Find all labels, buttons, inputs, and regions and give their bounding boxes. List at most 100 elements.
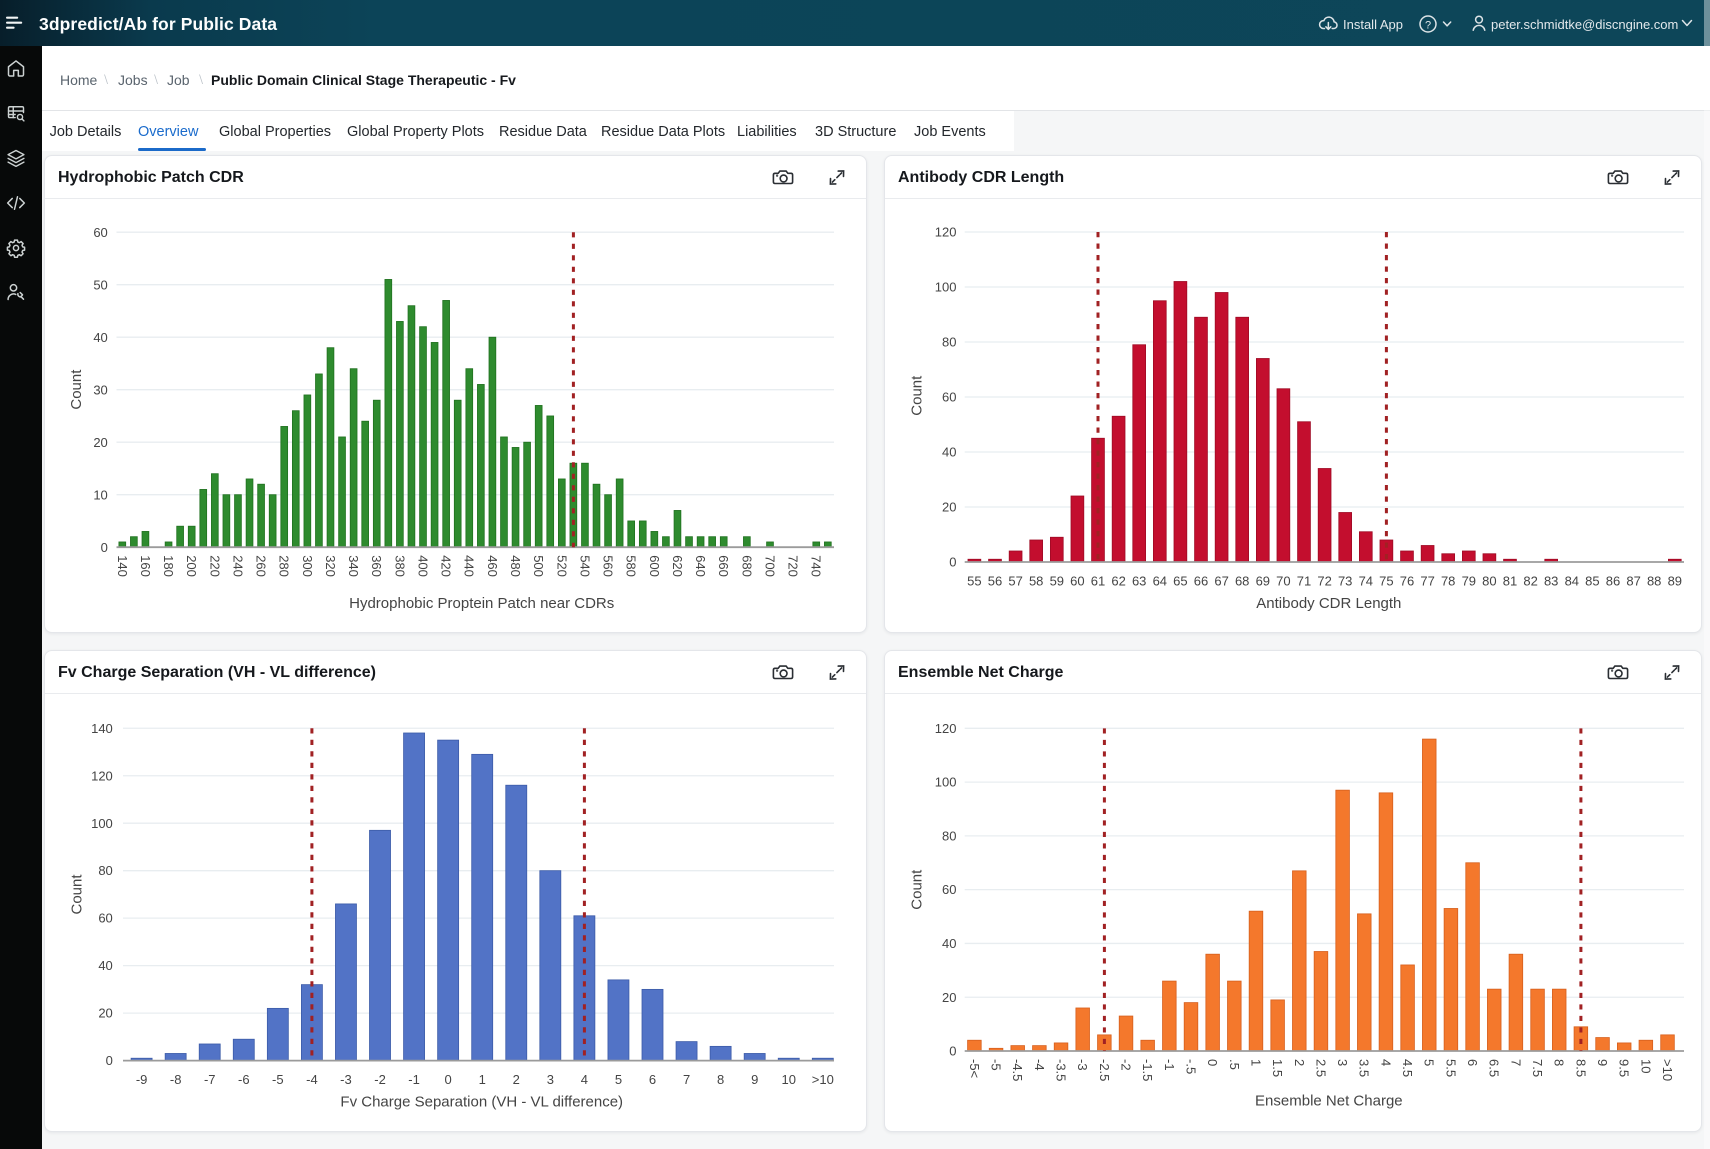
svg-text:440: 440 <box>462 555 477 577</box>
svg-text:7: 7 <box>683 1072 690 1087</box>
svg-text:0: 0 <box>106 1053 113 1068</box>
svg-text:74: 74 <box>1359 574 1373 589</box>
svg-text:0: 0 <box>949 555 956 570</box>
svg-text:420: 420 <box>439 555 454 577</box>
svg-text:700: 700 <box>762 555 777 577</box>
svg-text:8: 8 <box>717 1072 724 1087</box>
svg-text:60: 60 <box>942 882 956 897</box>
svg-text:680: 680 <box>739 555 754 577</box>
svg-text:86: 86 <box>1606 574 1620 589</box>
svg-text:-6: -6 <box>238 1072 250 1087</box>
svg-text:40: 40 <box>93 330 107 345</box>
svg-text:2: 2 <box>1292 1059 1307 1066</box>
svg-text:67: 67 <box>1214 574 1228 589</box>
svg-text:580: 580 <box>624 555 639 577</box>
svg-text:600: 600 <box>647 555 662 577</box>
svg-text:20: 20 <box>93 435 107 450</box>
svg-text:75: 75 <box>1379 574 1393 589</box>
svg-text:79: 79 <box>1462 574 1476 589</box>
svg-text:Count: Count <box>68 874 85 915</box>
svg-text:660: 660 <box>716 555 731 577</box>
svg-text:?: ? <box>1425 19 1431 31</box>
svg-text:140: 140 <box>115 555 130 577</box>
svg-text:80: 80 <box>98 863 112 878</box>
svg-text:63: 63 <box>1132 574 1146 589</box>
svg-text:540: 540 <box>577 555 592 577</box>
svg-text:20: 20 <box>942 500 956 515</box>
svg-text:5: 5 <box>615 1072 622 1087</box>
svg-text:-4.5: -4.5 <box>1010 1059 1025 1081</box>
svg-text:220: 220 <box>207 555 222 577</box>
svg-text:300: 300 <box>300 555 315 577</box>
svg-text:81: 81 <box>1503 574 1517 589</box>
svg-text:740: 740 <box>809 555 824 577</box>
svg-text:340: 340 <box>346 555 361 577</box>
svg-text:-2: -2 <box>1118 1059 1133 1071</box>
svg-text:71: 71 <box>1297 574 1311 589</box>
svg-text:380: 380 <box>392 555 407 577</box>
svg-text:8: 8 <box>1552 1059 1567 1066</box>
svg-text:40: 40 <box>98 958 112 973</box>
svg-text:4: 4 <box>581 1072 588 1087</box>
svg-text:84: 84 <box>1565 574 1579 589</box>
svg-text:60: 60 <box>93 225 107 240</box>
svg-text:68: 68 <box>1235 574 1249 589</box>
svg-text:59: 59 <box>1050 574 1064 589</box>
svg-text:61: 61 <box>1091 574 1105 589</box>
svg-text:58: 58 <box>1029 574 1043 589</box>
svg-text:160: 160 <box>138 555 153 577</box>
svg-text:55: 55 <box>967 574 981 589</box>
svg-text:76: 76 <box>1400 574 1414 589</box>
svg-text:66: 66 <box>1194 574 1208 589</box>
svg-text:-7: -7 <box>204 1072 216 1087</box>
svg-text:1: 1 <box>479 1072 486 1087</box>
svg-text:7.5: 7.5 <box>1530 1059 1545 1077</box>
svg-text:77: 77 <box>1420 574 1434 589</box>
svg-text:57: 57 <box>1008 574 1022 589</box>
svg-text:120: 120 <box>935 225 957 240</box>
svg-text:4: 4 <box>1378 1059 1393 1066</box>
svg-text:0: 0 <box>1205 1059 1220 1066</box>
svg-text:Count: Count <box>68 369 85 410</box>
svg-text:-9: -9 <box>136 1072 148 1087</box>
svg-text:73: 73 <box>1338 574 1352 589</box>
svg-text:.5: .5 <box>1227 1059 1242 1070</box>
svg-text:Count: Count <box>909 375 926 416</box>
svg-text:40: 40 <box>942 936 956 951</box>
svg-text:60: 60 <box>98 911 112 926</box>
svg-text:72: 72 <box>1317 574 1331 589</box>
svg-text:50: 50 <box>93 277 107 292</box>
svg-text:1: 1 <box>1248 1059 1263 1066</box>
svg-text:-1.5: -1.5 <box>1140 1059 1155 1081</box>
svg-text:520: 520 <box>554 555 569 577</box>
svg-text:6: 6 <box>1465 1059 1480 1066</box>
svg-text:Hydrophobic Proptein Patch nea: Hydrophobic Proptein Patch near CDRs <box>349 595 614 612</box>
svg-text:1.5: 1.5 <box>1270 1059 1285 1077</box>
svg-text:89: 89 <box>1668 574 1682 589</box>
svg-text:120: 120 <box>91 768 113 783</box>
svg-text:64: 64 <box>1153 574 1167 589</box>
svg-text:0: 0 <box>949 1044 956 1059</box>
svg-text:Antibody CDR Length: Antibody CDR Length <box>1256 595 1401 612</box>
svg-text:9: 9 <box>1595 1059 1610 1066</box>
svg-text:240: 240 <box>230 555 245 577</box>
svg-text:-4: -4 <box>1032 1059 1047 1071</box>
svg-text:140: 140 <box>91 721 113 736</box>
svg-text:85: 85 <box>1585 574 1599 589</box>
svg-text:83: 83 <box>1544 574 1558 589</box>
svg-text:87: 87 <box>1626 574 1640 589</box>
svg-text:720: 720 <box>786 555 801 577</box>
svg-text:60: 60 <box>1070 574 1084 589</box>
svg-text:-5: -5 <box>989 1059 1004 1071</box>
svg-text:7: 7 <box>1508 1059 1523 1066</box>
svg-text:260: 260 <box>254 555 269 577</box>
svg-text:5.5: 5.5 <box>1443 1059 1458 1077</box>
svg-text:88: 88 <box>1647 574 1661 589</box>
svg-text:6: 6 <box>649 1072 656 1087</box>
svg-text:20: 20 <box>98 1006 112 1021</box>
svg-text:Fv Charge Separation (VH - VL: Fv Charge Separation (VH - VL difference… <box>340 1093 623 1110</box>
svg-text:2: 2 <box>513 1072 520 1087</box>
svg-text:480: 480 <box>508 555 523 577</box>
svg-text:10: 10 <box>1638 1059 1653 1073</box>
svg-text:200: 200 <box>184 555 199 577</box>
